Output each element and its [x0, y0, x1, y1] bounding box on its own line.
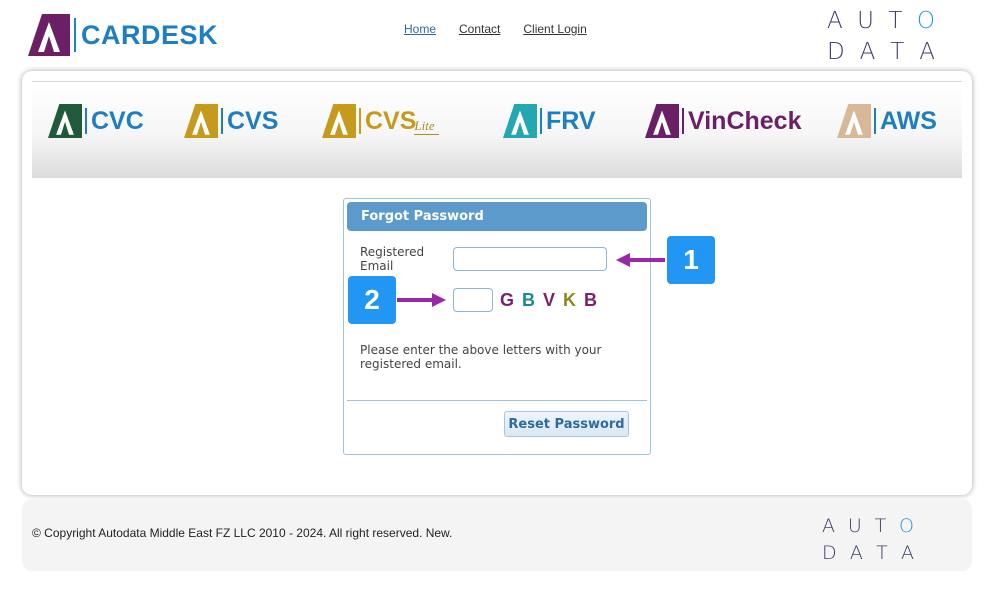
panel-title: Forgot Password	[347, 202, 647, 231]
product-logo-cvc[interactable]: CVC	[48, 104, 144, 138]
autodata-letter: A	[827, 8, 843, 34]
product-logo-aws[interactable]: AWS	[837, 104, 937, 138]
product-name: FRV	[546, 106, 596, 135]
autodata-letter: O	[916, 8, 935, 34]
product-name: CVC	[91, 106, 144, 135]
copyright-text: © Copyright Autodata Middle East FZ LLC …	[32, 526, 453, 540]
callout-badge-2: 2	[348, 276, 396, 324]
email-label: Registered Email	[360, 245, 425, 273]
product-divider	[682, 108, 684, 134]
captcha-letter: G	[500, 290, 515, 310]
autodata-letter: A	[849, 542, 863, 564]
product-logo-cvs-lite[interactable]: CVS Lite	[322, 104, 439, 138]
page-header: CARDESK Home Contact Client Login A U T …	[0, 0, 1002, 66]
product-divider	[221, 108, 223, 134]
autodata-letter: U	[857, 8, 874, 34]
product-name: AWS	[880, 106, 937, 135]
nav-home-link[interactable]: Home	[404, 22, 436, 36]
captcha-image: G B V K B	[500, 290, 597, 311]
product-suffix: Lite	[414, 118, 439, 135]
autodata-letter: A	[822, 515, 835, 537]
callout-badge-1: 1	[667, 236, 715, 284]
autodata-letter: T	[890, 39, 905, 65]
captcha-input[interactable]	[453, 288, 493, 312]
cvc-mark-icon	[48, 104, 82, 138]
autodata-logo: A U T O D A T A	[827, 6, 935, 68]
product-name: VinCheck	[688, 106, 802, 135]
main-card: CVC CVS CVS Lite FRV VinCheck AWS Forgot…	[22, 71, 972, 495]
autodata-letter: D	[822, 542, 837, 564]
frv-mark-icon	[503, 104, 537, 138]
autodata-letter: T	[876, 542, 888, 564]
product-logo-cvs[interactable]: CVS	[184, 104, 278, 138]
product-divider	[85, 108, 87, 134]
aws-mark-icon	[837, 104, 871, 138]
cvs-mark-icon	[184, 104, 218, 138]
top-nav: Home Contact Client Login	[404, 22, 587, 36]
arrow-left-icon	[616, 253, 665, 267]
autodata-footer-logo: A U T O D A T A	[822, 513, 914, 567]
cardesk-mark-icon	[28, 14, 70, 56]
autodata-letter: D	[827, 39, 845, 65]
captcha-hint: Please enter the above letters with your…	[360, 343, 602, 371]
captcha-letter: B	[584, 290, 598, 310]
nav-client-login-link[interactable]: Client Login	[523, 22, 586, 36]
product-name: CVS	[365, 106, 417, 135]
forgot-password-panel: Forgot Password Registered Email G B V K…	[343, 198, 651, 455]
captcha-letter: K	[563, 290, 577, 310]
cardesk-logo[interactable]: CARDESK	[28, 14, 218, 56]
product-logo-vincheck[interactable]: VinCheck	[645, 104, 801, 138]
autodata-letter: T	[888, 8, 903, 34]
product-name: CVS	[227, 106, 279, 135]
cvs-lite-mark-icon	[322, 104, 356, 138]
autodata-letter: T	[874, 515, 887, 537]
product-divider	[359, 108, 361, 134]
arrow-right-icon	[397, 293, 446, 307]
reset-password-button[interactable]: Reset Password	[504, 411, 629, 437]
nav-contact-link[interactable]: Contact	[459, 22, 500, 36]
product-divider	[540, 108, 542, 134]
brand-divider	[74, 18, 76, 52]
captcha-letter: V	[543, 290, 556, 310]
product-banner: CVC CVS CVS Lite FRV VinCheck AWS	[32, 82, 962, 178]
autodata-letter: A	[919, 39, 935, 65]
autodata-letter: U	[847, 515, 862, 537]
email-field[interactable]	[453, 247, 607, 271]
autodata-letter: A	[901, 542, 914, 564]
autodata-letter: O	[899, 515, 914, 537]
product-logo-frv[interactable]: FRV	[503, 104, 596, 138]
panel-divider	[347, 400, 647, 401]
product-divider	[874, 108, 876, 134]
captcha-letter: B	[522, 290, 536, 310]
brand-name: CARDESK	[81, 19, 219, 50]
autodata-letter: A	[859, 39, 876, 65]
vincheck-mark-icon	[645, 104, 679, 138]
